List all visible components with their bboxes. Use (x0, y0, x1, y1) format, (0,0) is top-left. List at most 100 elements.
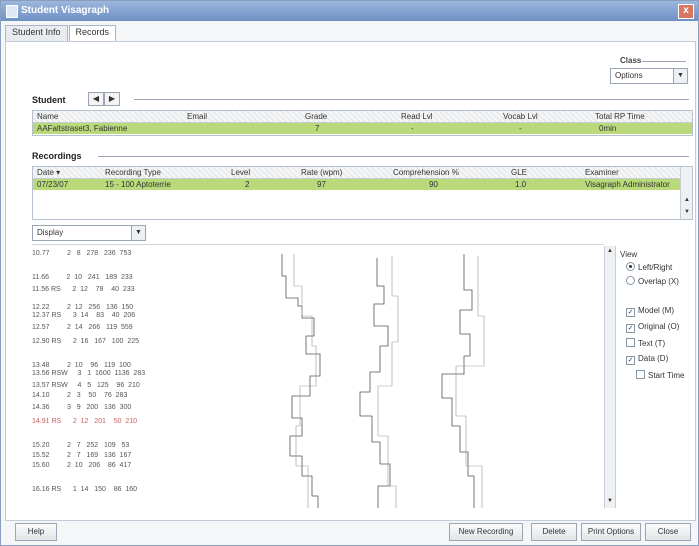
data-line: 14.36 3 9 200 136 300 (32, 404, 132, 411)
tab-records[interactable]: Records (68, 25, 117, 41)
data-line: 13.57 RSW 4 5 125 96 210 (32, 382, 140, 389)
delete-button[interactable]: Delete (531, 523, 577, 541)
trace-model-right (455, 256, 485, 508)
trace-middle (359, 258, 391, 508)
class-rule (642, 61, 686, 62)
start-time-label: Start Time (648, 371, 685, 380)
data-line: 15.52 2 7 169 136 167 (32, 452, 132, 459)
recordings-rule (98, 156, 689, 157)
scroll-up-icon: ▲ (607, 248, 613, 254)
col-date[interactable]: Date ▾ (37, 168, 60, 177)
help-button[interactable]: Help (15, 523, 57, 541)
col-examiner[interactable]: Examiner (585, 168, 619, 177)
col-rate[interactable]: Rate (wpm) (301, 168, 342, 177)
display-select-value: Display (37, 228, 64, 237)
next-student-button[interactable]: ▶ (104, 92, 120, 106)
data-checkbox[interactable]: ✓ Data (D) (626, 354, 668, 365)
table-row[interactable]: 07/23/07 15 - 100 Aptoterrie 2 97 90 1.0… (33, 179, 680, 190)
data-line: 12.22 2 12 256 136 150 (32, 304, 134, 311)
prev-student-button[interactable]: ◀ (88, 92, 104, 106)
checkbox-icon (636, 370, 645, 379)
scroll-down-icon: ▼ (607, 498, 613, 504)
radio-icon (626, 276, 635, 285)
start-time-checkbox[interactable]: Start Time (636, 370, 684, 380)
col-name: Name (37, 112, 59, 121)
rec-rate-cell: 97 (317, 180, 326, 189)
col-level[interactable]: Level (231, 168, 250, 177)
data-column: 10.77 2 8 278 236 753 11.66 2 10 241 189 … (32, 246, 202, 508)
rec-gle-cell: 1.0 (515, 180, 527, 189)
graph-scrollbar[interactable]: ▲ ▼ (604, 246, 616, 508)
data-line: 16.16 RS 1 14 150 86 160 (32, 486, 138, 493)
recordings-table: Date ▾ Recording Type Level Rate (wpm) C… (32, 166, 693, 220)
close-button[interactable]: Close (645, 523, 691, 541)
text-label: Text (T) (638, 339, 666, 348)
table-row[interactable]: AAFaltstraset3, Fabienne 7 - - 0min (33, 123, 692, 134)
data-line: 13.56 RSW 3 1 1600 1136 283 (32, 370, 146, 377)
data-line: 15.60 2 10 206 86 417 (32, 462, 132, 469)
display-select[interactable]: Display ▼ (32, 225, 146, 241)
col-recording-type[interactable]: Recording Type (105, 168, 161, 177)
view-label: View (620, 250, 638, 259)
scroll-down-icon: ▼ (684, 209, 690, 215)
student-table-header: Name Email Grade Read Lvl Vocab Lvl Tota… (33, 111, 692, 123)
model-checkbox[interactable]: ✓ Model (M) (626, 306, 674, 317)
trace-left (281, 254, 321, 508)
overlap-radio[interactable]: Overlap (X) (626, 276, 679, 286)
data-line: 12.57 2 14 266 119 559 (32, 324, 133, 331)
chevron-down-icon: ▼ (673, 69, 687, 83)
data-line: 15.20 2 7 252 109 53 (32, 442, 130, 449)
check-icon: ✓ (626, 324, 635, 333)
model-label: Model (M) (638, 306, 675, 315)
leftright-label: Left/Right (638, 263, 673, 272)
trace-model-left (293, 254, 317, 508)
original-checkbox[interactable]: ✓ Original (O) (626, 322, 679, 333)
eye-movement-traces (281, 254, 485, 508)
scroll-up-icon: ▲ (684, 197, 690, 203)
print-options-button[interactable]: Print Options (581, 523, 641, 541)
class-select[interactable]: Options ▼ (610, 68, 688, 84)
overlap-label: Overlap (X) (638, 277, 679, 286)
student-name-cell: AAFaltstraset3, Fabienne (37, 124, 128, 133)
tab-bar: Student Info Records (5, 25, 117, 41)
leftright-radio[interactable]: Left/Right (626, 262, 672, 272)
trace-right (441, 254, 475, 508)
close-window-icon[interactable]: x (678, 4, 694, 19)
data-line: 11.56 RS 2 12 78 40 233 (32, 286, 135, 293)
graph-divider (32, 244, 604, 245)
data-label: Data (D) (638, 354, 669, 363)
data-line: 13.48 2 10 96 119 100 (32, 362, 131, 369)
tab-student-info[interactable]: Student Info (5, 25, 68, 41)
app-window: Student Visagraph x Student Info Records … (0, 0, 699, 546)
col-email: Email (187, 112, 208, 121)
window-title: Student Visagraph (21, 5, 110, 16)
col-comprehension[interactable]: Comprehension % (393, 168, 459, 177)
new-recording-button[interactable]: New Recording (449, 523, 523, 541)
class-label: Class (620, 56, 642, 65)
data-line: 10.77 2 8 278 236 753 (32, 250, 132, 257)
class-select-value: Options (615, 71, 643, 80)
app-icon (6, 5, 18, 18)
text-checkbox[interactable]: Text (T) (626, 338, 665, 348)
student-section-label: Student (32, 95, 66, 105)
col-total-rp-time: Total RP Time (595, 112, 645, 121)
student-read-cell: - (411, 124, 414, 133)
rec-date-cell: 07/23/07 (37, 180, 69, 189)
col-read-lvl: Read Lvl (401, 112, 433, 121)
student-table: Name Email Grade Read Lvl Vocab Lvl Tota… (32, 110, 693, 136)
rec-type-cell: 15 - 100 Aptoterrie (105, 180, 171, 189)
trace-model-middle (377, 256, 399, 508)
recordings-table-header: Date ▾ Recording Type Level Rate (wpm) C… (33, 167, 680, 179)
recordings-scrollbar[interactable]: ▲ ▼ (680, 167, 692, 219)
data-line: 12.37 RS 3 14 83 40 206 (32, 312, 136, 319)
student-time-cell: 0min (599, 124, 617, 133)
check-icon: ✓ (626, 308, 635, 317)
check-icon: ✓ (626, 356, 635, 365)
rec-level-cell: 2 (245, 180, 250, 189)
col-grade: Grade (305, 112, 328, 121)
col-gle[interactable]: GLE (511, 168, 527, 177)
chevron-down-icon: ▼ (131, 226, 145, 240)
col-vocab-lvl: Vocab Lvl (503, 112, 538, 121)
data-line: 12.90 RS 2 16 167 100 225 (32, 338, 140, 345)
student-grade-cell: 7 (315, 124, 320, 133)
